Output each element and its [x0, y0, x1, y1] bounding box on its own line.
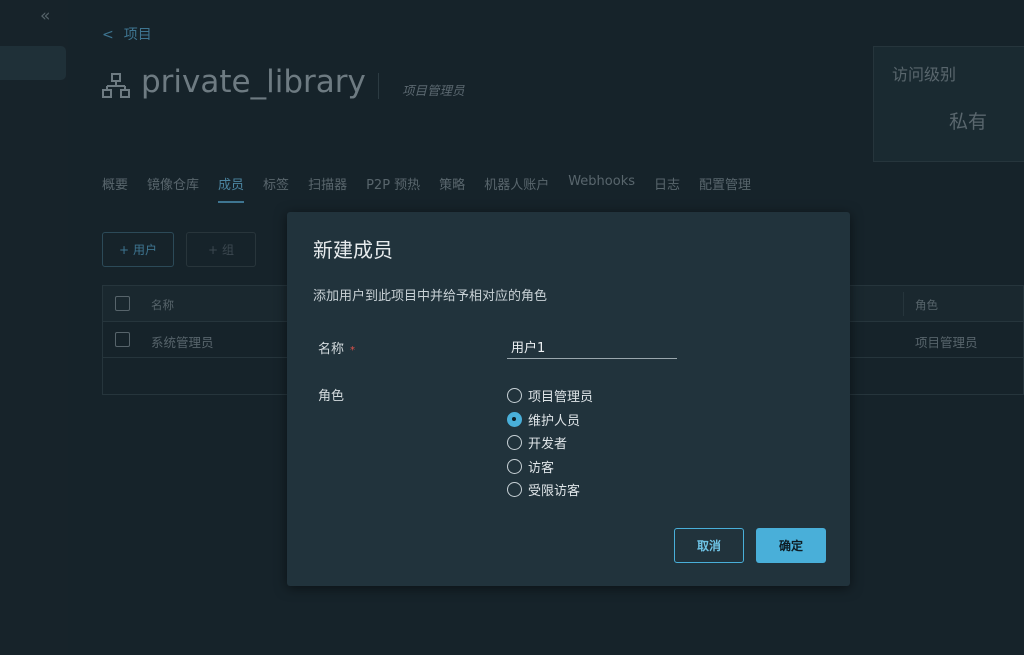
role-option-maintainer[interactable]: 维护人员	[507, 408, 593, 432]
role-option-guest[interactable]: 访客	[507, 455, 593, 479]
role-option-developer[interactable]: 开发者	[507, 431, 593, 455]
access-level-card: 访问级别 私有	[873, 46, 1024, 162]
row-checkbox[interactable]	[115, 332, 130, 347]
project-role: 项目管理员	[402, 83, 465, 98]
tab-repositories[interactable]: 镜像仓库	[147, 174, 199, 203]
tab-policy[interactable]: 策略	[439, 174, 465, 203]
role-option-label: 维护人员	[528, 413, 581, 429]
page-title: private_library	[141, 64, 366, 100]
breadcrumb-back-link[interactable]: < 项目	[102, 24, 152, 44]
column-header-name[interactable]: 名称	[151, 297, 174, 313]
collapse-sidebar-icon[interactable]: «	[40, 6, 50, 26]
column-header-role[interactable]: 角色	[915, 297, 938, 313]
new-member-dialog: 新建成员 添加用户到此项目中并给予相对应的角色 名称 * 角色 项目管理员 维护人…	[287, 212, 850, 586]
role-option-project-admin[interactable]: 项目管理员	[507, 384, 593, 408]
radio-circle[interactable]	[507, 411, 522, 427]
access-level-label: 访问级别	[892, 65, 957, 84]
project-tabs: 概要 镜像仓库 成员 标签 扫描器 P2P 预热 策略 机器人账户 Webhoo…	[102, 174, 770, 203]
name-label-text: 名称	[318, 342, 345, 357]
name-field-label: 名称 *	[318, 338, 355, 357]
tab-configuration[interactable]: 配置管理	[699, 174, 751, 203]
tab-logs[interactable]: 日志	[654, 174, 680, 203]
tab-webhooks[interactable]: Webhooks	[568, 174, 635, 203]
role-option-label: 项目管理员	[528, 390, 594, 406]
breadcrumb-label: 项目	[123, 27, 152, 43]
role-option-label: 访客	[528, 460, 555, 476]
plus-icon: +	[118, 242, 130, 257]
confirm-button[interactable]: 确定	[756, 528, 826, 563]
add-group-button[interactable]: + 组	[186, 232, 256, 267]
dialog-description: 添加用户到此项目中并给予相对应的角色	[313, 289, 548, 304]
plus-icon: +	[207, 242, 219, 257]
role-field-label: 角色	[318, 389, 345, 404]
member-name-input[interactable]	[507, 335, 677, 359]
tab-scanner[interactable]: 扫描器	[308, 174, 347, 203]
tab-labels[interactable]: 标签	[263, 174, 289, 203]
radio-circle[interactable]	[507, 435, 522, 451]
select-all-checkbox[interactable]	[115, 296, 130, 311]
required-asterisk: *	[350, 345, 356, 356]
member-role: 项目管理员	[915, 335, 978, 350]
member-name: 系统管理员	[151, 335, 214, 350]
role-option-limited-guest[interactable]: 受限访客	[507, 478, 593, 502]
radio-circle[interactable]	[507, 458, 522, 474]
column-divider	[903, 292, 904, 316]
sidebar-item-projects[interactable]	[0, 46, 66, 80]
add-user-label: 用户	[133, 243, 158, 257]
radio-circle[interactable]	[507, 482, 522, 498]
radio-circle[interactable]	[507, 388, 522, 404]
dialog-title: 新建成员	[313, 238, 393, 262]
add-group-label: 组	[222, 243, 235, 257]
chevron-left-icon: <	[102, 27, 114, 43]
role-option-label: 开发者	[528, 437, 568, 453]
tab-summary[interactable]: 概要	[102, 174, 128, 203]
cancel-button[interactable]: 取消	[674, 528, 744, 563]
tab-p2p-preheat[interactable]: P2P 预热	[366, 174, 420, 203]
tab-members[interactable]: 成员	[218, 174, 245, 203]
add-user-button[interactable]: + 用户	[102, 232, 174, 267]
project-hierarchy-icon	[102, 73, 130, 98]
access-level-value: 私有	[949, 111, 988, 133]
title-divider	[378, 73, 379, 99]
role-option-label: 受限访客	[528, 484, 581, 500]
tab-robot-accounts[interactable]: 机器人账户	[484, 174, 549, 203]
sidebar: «	[0, 0, 68, 655]
role-radio-group: 项目管理员 维护人员 开发者 访客 受限访客	[507, 384, 593, 502]
